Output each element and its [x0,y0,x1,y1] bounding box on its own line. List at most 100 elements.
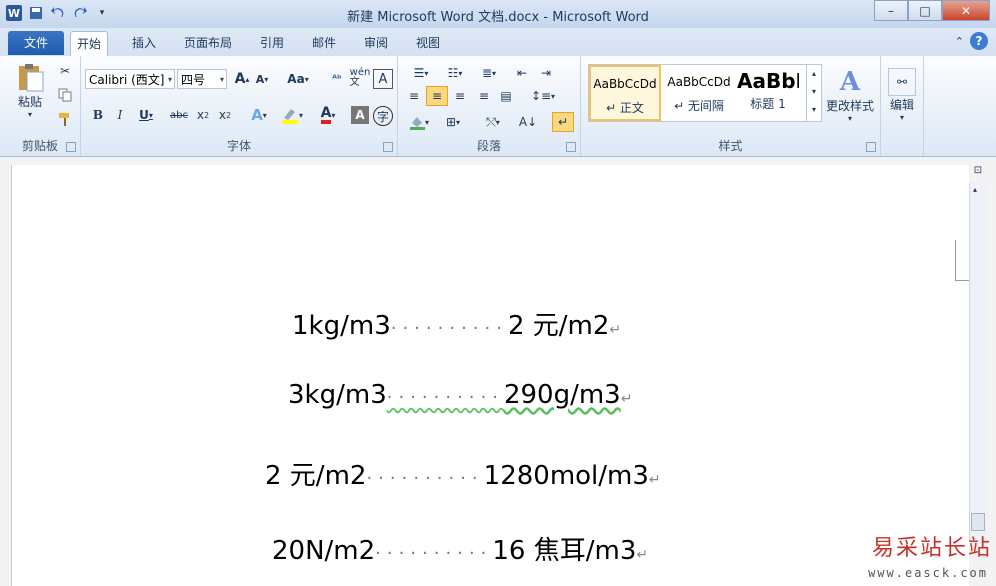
minimize-button[interactable]: – [874,0,908,21]
tab-page-layout[interactable]: 页面布局 [178,31,238,55]
chevron-down-icon: ▾ [167,75,172,84]
maximize-button[interactable]: □ [908,0,942,21]
bold-button[interactable]: B [89,104,107,126]
font-color-icon: A [320,106,332,124]
phonetic-guide-icon[interactable]: wén 文 [349,67,371,89]
increase-indent-icon[interactable]: ⇥ [536,64,556,82]
tab-mailings[interactable]: 邮件 [306,31,342,55]
editing-label: 编辑 [889,98,914,112]
align-center-icon[interactable]: ≡ [426,86,448,106]
help-icon[interactable]: ? [970,32,988,50]
style-name: ↵ 正文 [606,101,644,115]
underline-button[interactable]: U ▾ [133,104,159,126]
copy-icon[interactable] [56,86,74,104]
editing-button[interactable]: ⚯ 编辑 ▾ [885,60,919,130]
show-marks-icon[interactable]: ↵ [552,112,574,132]
font-group-label: 字体 [226,139,251,153]
paragraph-group: ☰ ▾ ☷ ▾ ≣ ▾ ⇤ ⇥ ≡ ≡ ≡ ≡ ▤ ↕≡ ▾ ▾ ⊞ ▾ ⤲ ▾ A↓ ↵ … [398,56,581,156]
paragraph-launcher-icon[interactable] [566,142,576,152]
document-page[interactable] [11,165,969,586]
editing-group: ⚯ 编辑 ▾ [881,56,924,156]
font-size-combo[interactable]: 四号 ▾ [177,69,227,89]
chevron-down-icon: ▾ [847,114,852,123]
change-styles-label: 更改样式 [825,99,874,113]
highlight-color-button[interactable]: ▾ [277,104,307,126]
change-case-button[interactable]: Aa ▾ [285,69,311,89]
sort-icon[interactable]: A↓ [518,112,538,132]
numbering-icon[interactable]: ☷ ▾ [440,64,470,82]
text-line-1[interactable]: 1kg/m3··········2 元/m2↵ [292,305,621,342]
tab-leader: ·········· [386,387,504,408]
tab-bar-icons: ⌃ ? [955,32,988,50]
char-shading-icon[interactable]: A [351,106,369,124]
style-gallery: AaBbCcDd ↵ 正文 AaBbCcDd ↵ 无间隔 AaBbI 标题 1 … [588,64,822,122]
text-line-3[interactable]: 2 元/m2··········1280mol/m3↵ [265,455,661,492]
distributed-icon[interactable]: ▤ [496,86,516,106]
format-painter-icon[interactable] [56,110,74,128]
close-button[interactable]: ✕ [942,0,990,21]
char-border-icon[interactable]: A [373,69,393,89]
paste-dropdown-icon[interactable]: ▾ [28,110,32,119]
italic-button[interactable]: I [111,104,129,126]
font-launcher-icon[interactable] [383,142,393,152]
font-group: Calibri (西文] ▾ 四号 ▾ A ▴ A ▾ Aa ▾ ᴬᵇ wén 文 A B … [81,56,398,156]
style-tile-normal[interactable]: AaBbCcDd ↵ 正文 [589,65,661,121]
style-tile-no-spacing[interactable]: AaBbCcDd ↵ 无间隔 [663,65,735,121]
styles-group-label: 样式 [718,139,743,153]
align-right-icon[interactable]: ≡ [450,86,470,106]
ruler-toggle-icon[interactable]: ⊡ [970,165,986,181]
line-left: 3kg/m3 [288,380,387,410]
decrease-indent-icon[interactable]: ⇤ [512,64,532,82]
clipboard-launcher-icon[interactable] [66,142,76,152]
font-name-value: Calibri (西文] [89,73,165,87]
tab-insert[interactable]: 插入 [126,31,162,55]
font-color-button[interactable]: A ▾ [313,104,343,126]
subscript-button[interactable]: x2 [193,104,213,126]
font-size-value: 四号 [181,73,206,87]
font-name-combo[interactable]: Calibri (西文] ▾ [85,69,175,89]
tab-review[interactable]: 审阅 [358,31,394,55]
text-line-2[interactable]: 3kg/m3··········290g/m3↵ [288,380,632,410]
paragraph-mark: ↵ [620,391,633,407]
scroll-thumb[interactable] [971,513,985,531]
chinese-layout-icon[interactable]: ⤲ ▾ [478,112,508,132]
line-right: 1280mol/m3 [483,461,649,491]
tab-references[interactable]: 引用 [254,31,290,55]
text-effects-icon[interactable]: A ▾ [247,104,271,126]
window-controls: – □ ✕ [874,0,990,21]
bullets-icon[interactable]: ☰ ▾ [406,64,436,82]
watermark-url: www.easck.com [868,566,988,580]
grow-font-icon[interactable]: A ▴ [233,69,251,89]
style-preview: AaBbCcDd [593,77,657,91]
clear-format-icon[interactable]: ᴬᵇ [327,69,347,89]
vertical-scrollbar[interactable]: ▴ [969,183,986,541]
title-bar: W ▾ 新建 Microsoft Word 文档.docx - Microsof… [0,0,996,29]
cut-icon[interactable]: ✂ [56,62,74,80]
strikethrough-button[interactable]: abc [167,104,191,126]
enclose-char-icon[interactable]: 字 [373,106,393,126]
paragraph-mark: ↵ [609,322,622,338]
style-preview: AaBbCcDd [667,75,731,89]
style-tile-heading-1[interactable]: AaBbI 标题 1 [737,65,799,121]
scroll-up-icon[interactable]: ▴ [973,185,977,194]
superscript-button[interactable]: x2 [215,104,235,126]
styles-launcher-icon[interactable] [866,142,876,152]
justify-icon[interactable]: ≡ [474,86,494,106]
multilevel-list-icon[interactable]: ≣ ▾ [474,64,504,82]
minimize-ribbon-icon[interactable]: ⌃ [955,35,964,48]
style-gallery-scroll[interactable]: ▴ ▾ ▾ [806,65,821,121]
paste-button[interactable]: 粘贴 ▾ [10,60,50,122]
style-name: 标题 1 [750,97,786,111]
tab-home[interactable]: 开始 [70,31,109,56]
style-name: ↵ 无间隔 [674,99,724,113]
text-line-4[interactable]: 20N/m2··········16 焦耳/m3↵ [272,530,648,567]
change-styles-button[interactable]: A 更改样式 ▾ [822,60,878,130]
shrink-font-icon[interactable]: A ▾ [253,69,271,89]
borders-icon[interactable]: ⊞ ▾ [438,112,468,132]
watermark-logo: 易采站长站 [871,536,992,561]
line-spacing-icon[interactable]: ↕≡ ▾ [528,86,558,106]
tab-file[interactable]: 文件 [8,31,64,55]
tab-view[interactable]: 视图 [410,31,446,55]
align-left-icon[interactable]: ≡ [404,86,424,106]
shading-icon[interactable]: ▾ [404,112,434,132]
